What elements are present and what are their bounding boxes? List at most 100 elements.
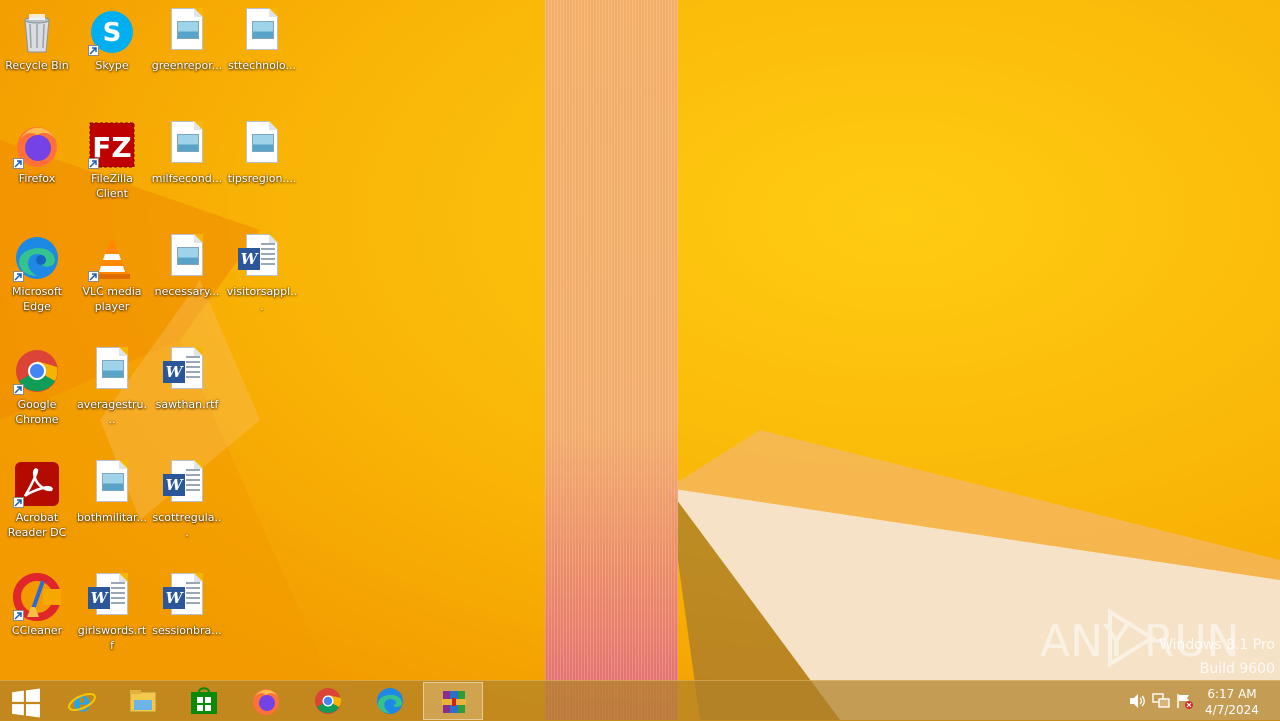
desktop-icon-label: necessary... [154, 285, 220, 298]
shortcut-arrow-icon [88, 45, 99, 56]
desktop-icon-label: visitorsappl... [226, 285, 298, 313]
desktop-icon-label: sessionbra... [152, 624, 222, 637]
desktop-icon-edge[interactable]: Microsoft Edge [0, 228, 74, 333]
desktop-icon-acrobat[interactable]: Acrobat Reader DC [0, 454, 74, 559]
desktop-icon-label: FileZilla Client [91, 172, 133, 200]
desktop-icon-label: CCleaner [11, 624, 63, 637]
word-document-icon: W [163, 573, 211, 621]
desktop-icon-girlswords[interactable]: W girlswords.rtf [75, 567, 149, 672]
desktop-icon-recycle-bin[interactable]: Recycle Bin [0, 2, 74, 107]
windows-logo-icon [12, 688, 40, 718]
firefox-icon [13, 121, 61, 169]
taskbar-edge[interactable] [360, 682, 420, 720]
system-tray [1126, 681, 1196, 721]
shortcut-arrow-icon [88, 158, 99, 169]
desktop-icon-firefox[interactable]: Firefox [0, 115, 74, 220]
winrar-icon [442, 691, 466, 713]
image-file-icon [88, 460, 136, 508]
recycle-bin-icon [13, 8, 61, 56]
internet-explorer-icon: e [68, 686, 96, 716]
vlc-icon [88, 234, 136, 282]
acrobat-icon [13, 460, 61, 508]
desktop-icon-skype[interactable]: S Skype [75, 2, 149, 107]
word-document-icon: W [163, 347, 211, 395]
image-file-icon [88, 347, 136, 395]
image-file-icon [238, 121, 286, 169]
network-icon[interactable] [1152, 693, 1170, 709]
image-file-icon [163, 8, 211, 56]
svg-text:e: e [73, 686, 91, 716]
image-file-icon [238, 8, 286, 56]
desktop-icon-filezilla[interactable]: FZ FileZilla Client [75, 115, 149, 220]
desktop-icon-greenrepor[interactable]: greenrepor... [150, 2, 224, 107]
file-explorer-icon [129, 690, 157, 713]
desktop-icon-label: tipsregion.... [227, 172, 297, 185]
clock-date: 4/7/2024 [1205, 703, 1259, 717]
desktop: Recycle Bin Firefox Microsoft Edge Googl… [0, 0, 1280, 680]
desktop-icon-sawthan[interactable]: W sawthan.rtf [150, 341, 224, 446]
desktop-icon-sessionbra[interactable]: W sessionbra... [150, 567, 224, 672]
desktop-icon-averagestru[interactable]: averagestru... [75, 341, 149, 446]
taskbar-chrome[interactable] [298, 682, 358, 720]
desktop-icon-tipsregion[interactable]: tipsregion.... [225, 115, 299, 220]
action-center-flag-icon[interactable] [1176, 693, 1194, 709]
desktop-icon-label: sttechnolo... [228, 59, 296, 72]
filezilla-icon: FZ [88, 121, 136, 169]
ccleaner-icon [13, 573, 61, 621]
firefox-icon [253, 689, 279, 715]
shortcut-arrow-icon [13, 271, 24, 282]
taskbar-winrar[interactable] [423, 682, 483, 720]
word-document-icon: W [238, 234, 286, 282]
chrome-icon [13, 347, 61, 395]
desktop-icon-chrome[interactable]: Google Chrome [0, 341, 74, 446]
shortcut-arrow-icon [13, 158, 24, 169]
edge-icon [13, 234, 61, 282]
taskbar: e 6:17 AM 4/7/2024 [0, 680, 1280, 721]
desktop-icon-scottregula[interactable]: W scottregula... [150, 454, 224, 559]
shortcut-arrow-icon [13, 384, 24, 395]
windows-build-text: Build 9600 [1199, 661, 1275, 677]
word-document-icon: W [88, 573, 136, 621]
taskbar-windows-store[interactable] [174, 682, 234, 720]
store-icon [191, 687, 217, 714]
windows-edition-text: Windows 8.1 Pro [1159, 637, 1275, 653]
desktop-icon-label: girlswords.rtf [77, 624, 147, 652]
svg-text:S: S [103, 18, 122, 48]
desktop-icon-sttechnolo[interactable]: sttechnolo... [225, 2, 299, 107]
edge-icon [377, 688, 403, 714]
image-file-icon [163, 234, 211, 282]
desktop-icon-label: averagestru... [76, 398, 148, 426]
start-button[interactable] [0, 682, 50, 720]
desktop-icon-label: sawthan.rtf [155, 398, 219, 411]
desktop-icon-milfsecond[interactable]: milfsecond... [150, 115, 224, 220]
desktop-icon-label: scottregula... [152, 511, 222, 539]
desktop-icon-label: VLC media player [82, 285, 142, 313]
desktop-icon-ccleaner[interactable]: CCleaner [0, 567, 74, 672]
desktop-icon-label: Microsoft Edge [11, 285, 63, 313]
taskbar-firefox[interactable] [236, 682, 296, 720]
shortcut-arrow-icon [88, 271, 99, 282]
desktop-icon-vlc[interactable]: VLC media player [75, 228, 149, 333]
desktop-icon-label: Skype [95, 59, 129, 72]
desktop-icon-label: Firefox [18, 172, 56, 185]
desktop-icon-label: bothmilitar... [77, 511, 147, 524]
desktop-icon-bothmilitar[interactable]: bothmilitar... [75, 454, 149, 559]
word-document-icon: W [163, 460, 211, 508]
desktop-icon-label: Google Chrome [15, 398, 59, 426]
speaker-icon[interactable] [1128, 693, 1146, 709]
desktop-icon-label: milfsecond... [151, 172, 223, 185]
desktop-icon-label: Recycle Bin [5, 59, 69, 72]
desktop-icon-visitorsappl[interactable]: W visitorsappl... [225, 228, 299, 333]
image-file-icon [163, 121, 211, 169]
chrome-icon [315, 688, 342, 714]
skype-icon: S [88, 8, 136, 56]
clock-time: 6:17 AM [1207, 687, 1257, 701]
shortcut-arrow-icon [13, 610, 24, 621]
desktop-icon-label: Acrobat Reader DC [7, 511, 67, 539]
taskbar-clock[interactable]: 6:17 AM 4/7/2024 [1202, 686, 1262, 718]
desktop-icon-necessary[interactable]: necessary... [150, 228, 224, 333]
desktop-icon-label: greenrepor... [151, 59, 223, 72]
shortcut-arrow-icon [13, 497, 24, 508]
taskbar-file-explorer[interactable] [113, 682, 173, 720]
taskbar-internet-explorer[interactable]: e [52, 682, 112, 720]
